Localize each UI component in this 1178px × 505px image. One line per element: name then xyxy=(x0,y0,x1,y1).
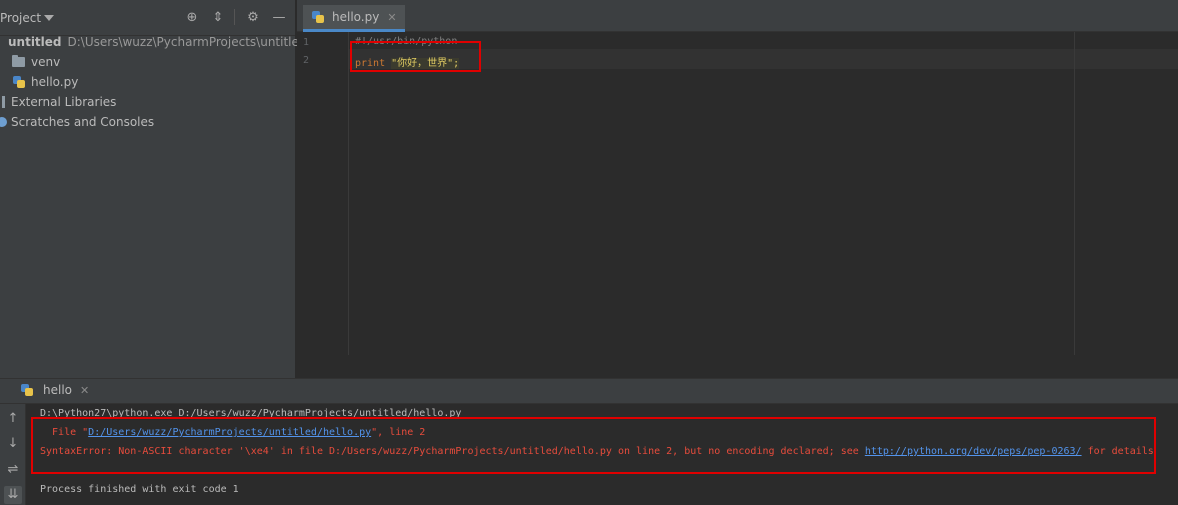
line-number: 1 xyxy=(303,37,310,48)
project-toolbar: ⊕ ⇕ ⚙ — xyxy=(174,9,287,25)
project-header: Project ⊕ ⇕ ⚙ — xyxy=(0,0,295,36)
tab-run-hello[interactable]: hello ✕ xyxy=(20,383,89,397)
tree-item-root[interactable]: untitled D:\Users\wuzz\PycharmProjects\u… xyxy=(0,32,307,52)
close-icon[interactable]: ✕ xyxy=(387,11,396,24)
tab-label: hello.py xyxy=(332,10,380,24)
project-panel: Project ⊕ ⇕ ⚙ — untitled D:\Users\wuzz\P… xyxy=(0,0,307,378)
python-file-icon xyxy=(12,75,26,89)
annotation-box-code xyxy=(350,41,481,72)
project-tree: untitled D:\Users\wuzz\PycharmProjects\u… xyxy=(0,32,307,132)
tree-item-hello-py[interactable]: hello.py xyxy=(0,72,296,92)
gear-icon[interactable]: ⚙ xyxy=(245,9,261,25)
editor-tabbar: hello.py ✕ xyxy=(297,0,1178,32)
folder-icon xyxy=(12,55,25,67)
root-path: D:\Users\wuzz\PycharmProjects\untitled xyxy=(67,35,307,49)
code-area[interactable]: #!/usr/bin/python print "你好，世界"; xyxy=(349,32,1178,355)
scratches-label: Scratches and Consoles xyxy=(11,115,155,129)
collapse-all-icon[interactable]: ⇕ xyxy=(210,9,226,25)
line-number: 2 xyxy=(303,55,310,66)
hide-icon[interactable]: — xyxy=(271,9,287,25)
tree-item-external-libraries[interactable]: External Libraries xyxy=(0,92,296,112)
line-number-gutter: 1 2 xyxy=(297,32,349,355)
python-run-icon xyxy=(20,383,34,397)
right-margin-guide xyxy=(1074,32,1075,355)
run-header: hello ✕ xyxy=(0,378,1178,404)
python-file-icon xyxy=(311,10,325,24)
root-name: untitled xyxy=(8,35,62,49)
chevron-down-icon[interactable] xyxy=(44,15,54,21)
toolbar-divider xyxy=(234,9,235,25)
venv-label: venv xyxy=(31,55,61,69)
file-label: hello.py xyxy=(31,75,79,89)
tab-hello-py[interactable]: hello.py ✕ xyxy=(303,5,405,32)
close-icon[interactable]: ✕ xyxy=(80,384,89,397)
run-toolbar: ↑ ↓ ⇌ ⇊ xyxy=(0,404,26,505)
annotation-box-errors xyxy=(31,417,1156,474)
scroll-to-end-icon[interactable]: ⇊ xyxy=(4,486,22,504)
project-title[interactable]: Project xyxy=(0,11,41,25)
soft-wrap-icon[interactable]: ⇌ xyxy=(4,461,22,479)
scratches-icon xyxy=(0,117,7,127)
tree-item-venv[interactable]: venv xyxy=(0,52,296,72)
library-icon xyxy=(2,96,5,108)
libs-label: External Libraries xyxy=(11,95,117,109)
console-exit-line: Process finished with exit code 1 xyxy=(40,484,239,495)
tree-item-scratches[interactable]: Scratches and Consoles xyxy=(0,112,296,132)
arrow-up-icon[interactable]: ↑ xyxy=(4,410,22,428)
run-tab-label: hello xyxy=(43,383,72,397)
locate-icon[interactable]: ⊕ xyxy=(184,9,200,25)
arrow-down-icon[interactable]: ↓ xyxy=(4,435,22,453)
